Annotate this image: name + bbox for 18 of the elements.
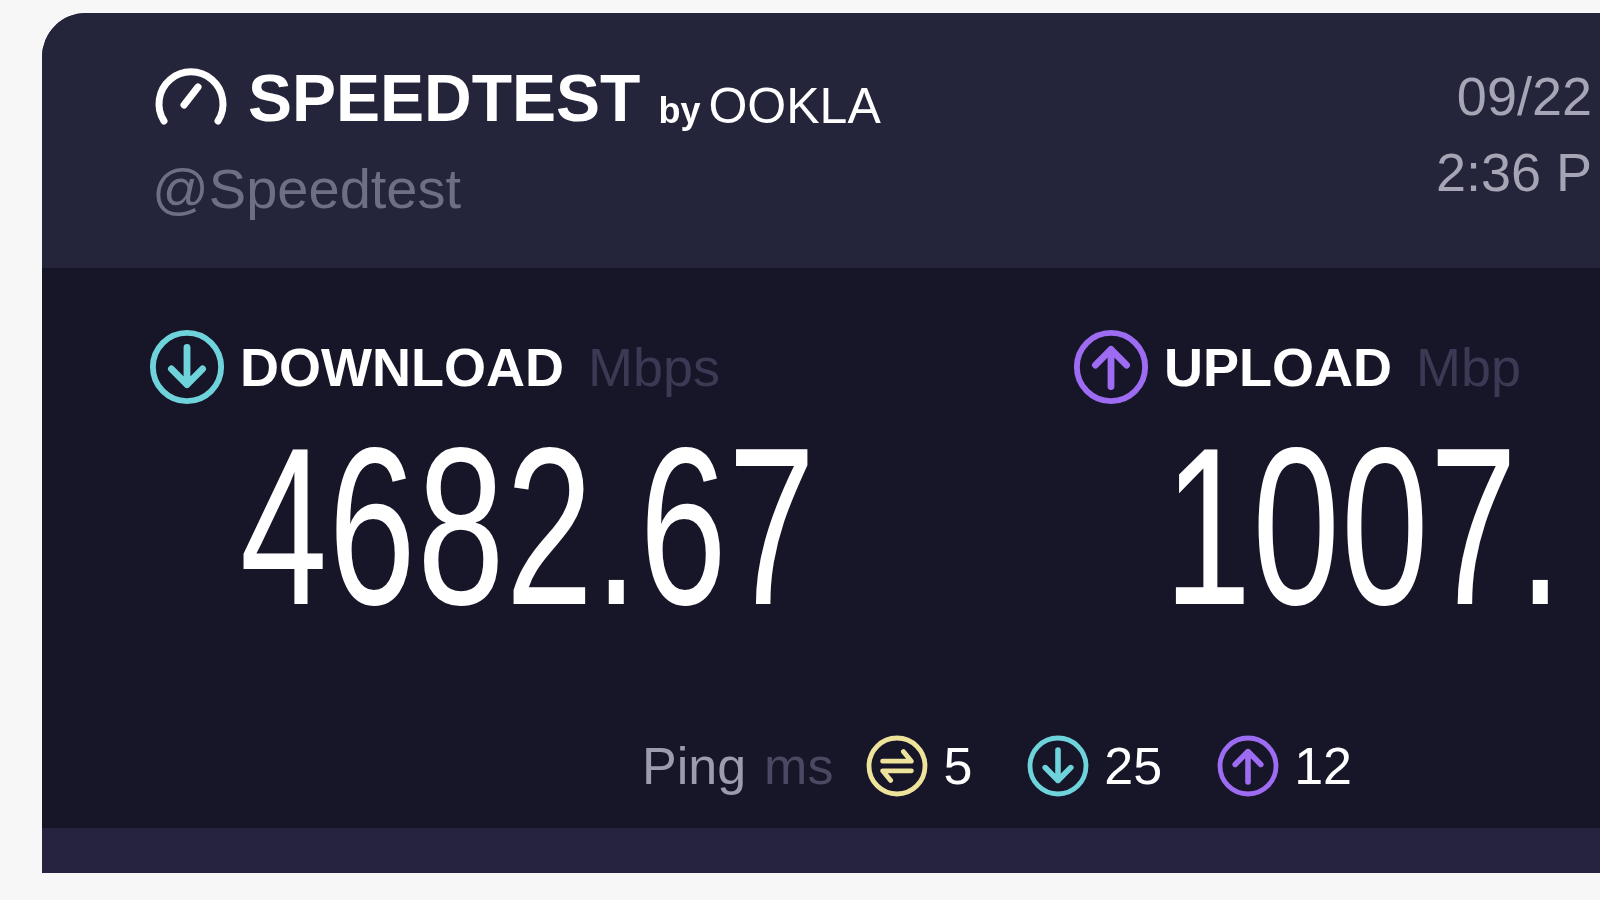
down-arrow-circle-icon	[1026, 734, 1091, 798]
ping-value: 12	[1294, 740, 1352, 792]
date-text: 09/22	[1456, 69, 1592, 123]
ping-value: 5	[943, 740, 973, 792]
maker-name: OOKLA	[708, 81, 881, 131]
down-arrow-circle-icon	[148, 328, 226, 406]
ping-value: 25	[1104, 740, 1163, 792]
result-label: DOWNLOAD	[240, 340, 564, 394]
speed-value: 4682.67	[240, 414, 817, 638]
up-arrow-circle-icon	[1072, 328, 1150, 406]
time-text: 2:36 P	[1435, 145, 1592, 199]
ping-unit: ms	[764, 740, 834, 792]
up-arrow-circle-icon	[1216, 734, 1281, 798]
brand-by: by	[658, 93, 701, 129]
two-way-arrow-circle-icon	[865, 734, 930, 798]
brand-name: SPEEDTEST	[248, 65, 641, 131]
result-label: UPLOAD	[1164, 340, 1392, 394]
speed-value: 1007.	[1164, 414, 1564, 638]
